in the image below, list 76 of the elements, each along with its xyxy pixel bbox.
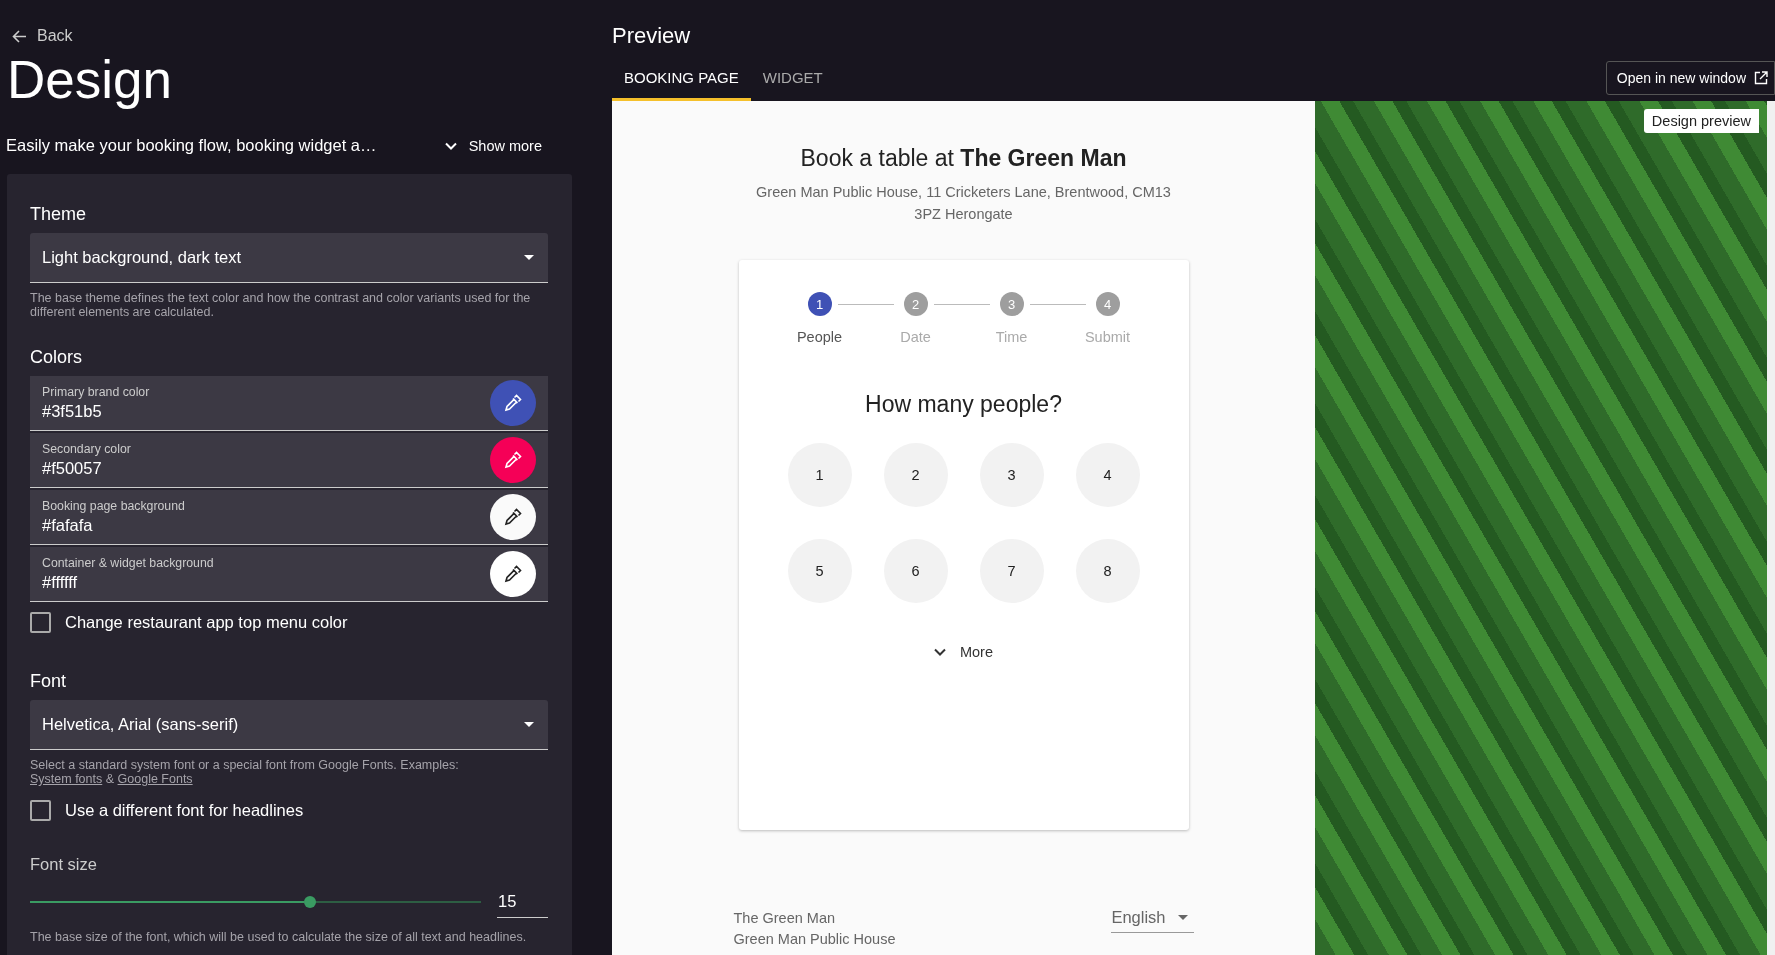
color-picker-button[interactable] (490, 437, 536, 483)
design-preview-badge: Design preview (1643, 109, 1759, 133)
show-more-button[interactable]: Show more (444, 137, 542, 154)
font-size-label: Font size (30, 855, 98, 874)
field-label: Primary brand color (42, 385, 150, 399)
page-title: Design (7, 49, 173, 110)
party-size-button[interactable]: 4 (1075, 443, 1140, 507)
section-heading: Theme (30, 204, 88, 225)
step-number: 1 (807, 292, 832, 316)
preview-title: Preview (612, 23, 692, 49)
dropdown-caret-icon (524, 255, 534, 260)
help-text: The base size of the font, which will be used to calculate the size of all text and headlines. (30, 930, 528, 944)
field-label: Container & widget background (42, 556, 214, 570)
chevron-down-icon (933, 648, 946, 656)
help-text: The base theme defines the text color and how the contrast and color variants used for the different elements are calculated. (30, 291, 532, 319)
eyedropper-icon (504, 451, 522, 469)
font-select[interactable]: Helvetica, Arial (sans-serif) (30, 700, 548, 750)
step-number: 3 (999, 292, 1024, 316)
back-arrow-icon (12, 29, 27, 43)
dropdown-caret-icon (1177, 915, 1188, 920)
eyedropper-icon (504, 394, 522, 412)
color-picker-button[interactable] (490, 551, 536, 597)
field-label: Secondary color (42, 442, 131, 456)
theme-select[interactable]: Light background, dark text (30, 233, 548, 283)
party-size-button[interactable]: 1 (787, 443, 852, 507)
back-link[interactable]: Back (12, 27, 73, 45)
step-label: Date (900, 329, 931, 345)
field-value: #fafafa (42, 516, 94, 535)
question-heading: How many people? (865, 391, 1062, 418)
step-number: 4 (1095, 292, 1120, 316)
field-value: #ffffff (42, 573, 79, 592)
color-field[interactable]: Primary brand color #3f51b5 (30, 376, 548, 431)
checkbox[interactable] (30, 612, 51, 633)
open-new-window-button[interactable]: Open in new window (1605, 61, 1775, 95)
footer-text: The Green Man (733, 909, 837, 928)
slider-thumb[interactable] (303, 896, 316, 908)
field-value: #3f51b5 (42, 402, 103, 421)
color-picker-button[interactable] (490, 494, 536, 540)
color-field[interactable]: Booking page background #fafafa (30, 490, 548, 545)
eyedropper-icon (504, 508, 522, 526)
color-field[interactable]: Container & widget background #ffffff (30, 547, 548, 602)
checkbox[interactable] (30, 800, 51, 821)
party-size-button[interactable]: 7 (979, 539, 1044, 603)
step-label: Time (995, 329, 1028, 345)
party-size-button[interactable]: 5 (787, 539, 852, 603)
external-link-icon (1754, 71, 1768, 85)
checkbox-label: Use a different font for headlines (65, 801, 304, 820)
footer-text: Green Man Public House (733, 930, 896, 949)
party-size-button[interactable]: 3 (979, 443, 1044, 507)
step-number: 2 (903, 292, 928, 316)
booking-heading: Book a table at The Green Man (800, 145, 1127, 172)
field-value: #f50057 (42, 459, 103, 478)
step-label: People (796, 329, 843, 345)
description-text: Easily make your booking flow, booking widget a… (6, 136, 378, 155)
section-heading: Colors (30, 347, 83, 368)
party-size-button[interactable]: 6 (883, 539, 948, 603)
chevron-down-icon (444, 141, 457, 150)
party-size-button[interactable]: 2 (883, 443, 948, 507)
preview-tab[interactable]: WIDGET (750, 58, 835, 101)
system-fonts-link[interactable]: System fonts (30, 772, 103, 786)
scrollbar[interactable] (1767, 101, 1775, 955)
field-label: Booking page background (42, 499, 185, 513)
color-field[interactable]: Secondary color #f50057 (30, 433, 548, 488)
step-label: Submit (1084, 329, 1131, 345)
restaurant-address: Green Man Public House, 11 Cricketers Lane, Brentwood, CM13 3PZ Herongate (755, 183, 1172, 224)
section-heading: Font (30, 671, 68, 692)
font-size-input[interactable]: 15 (497, 886, 548, 918)
help-text: Select a standard system font or a special font from Google Fonts. Examples: System fonts & Google Fonts (30, 758, 460, 786)
more-button[interactable]: More (927, 643, 999, 661)
party-size-button[interactable]: 8 (1075, 539, 1140, 603)
checkbox-label: Change restaurant app top menu color (65, 613, 348, 632)
dropdown-caret-icon (524, 722, 534, 727)
eyedropper-icon (504, 565, 522, 583)
language-select[interactable]: English (1111, 908, 1194, 933)
color-picker-button[interactable] (490, 380, 536, 426)
google-fonts-link[interactable]: Google Fonts (117, 772, 193, 786)
